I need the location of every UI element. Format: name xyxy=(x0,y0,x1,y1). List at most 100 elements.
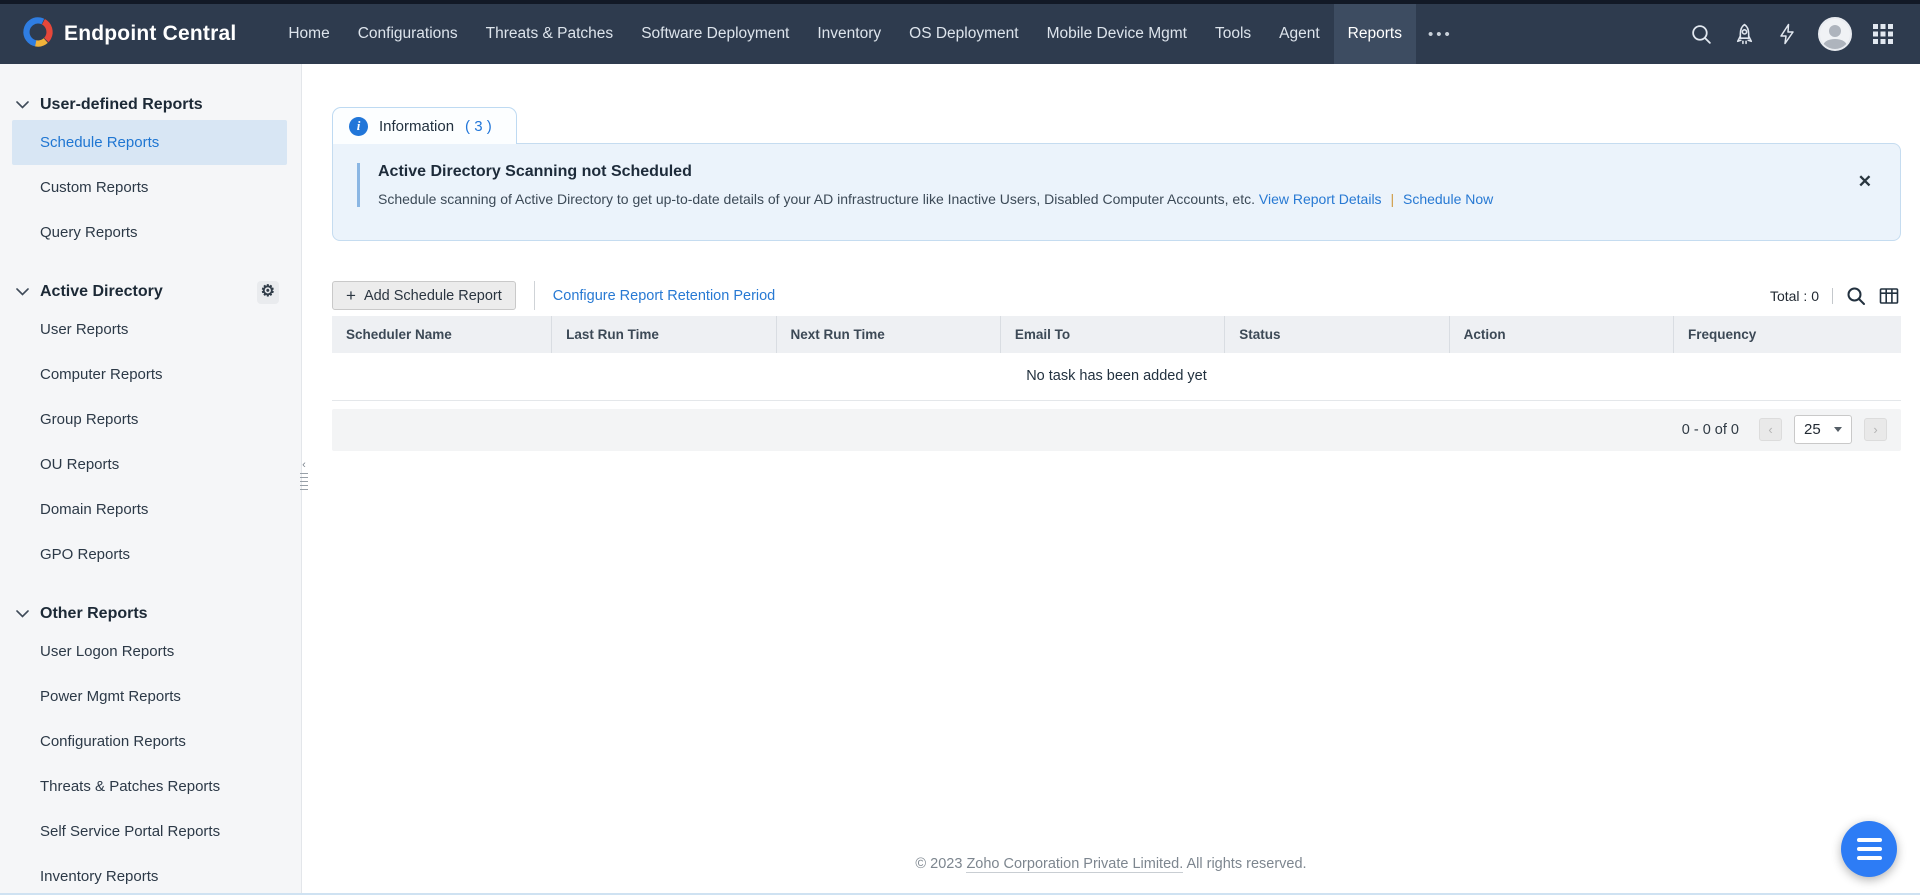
close-icon[interactable]: ✕ xyxy=(1858,172,1872,192)
alert-body: Active Directory Scanning not Scheduled … xyxy=(357,163,1830,207)
sidebar-item-user-reports[interactable]: User Reports xyxy=(0,307,301,352)
column-header-email-to[interactable]: Email To xyxy=(1000,316,1226,353)
search-icon[interactable] xyxy=(1690,23,1713,46)
nav-item-tools[interactable]: Tools xyxy=(1201,4,1265,64)
pagination-bar: 0 - 0 of 0 ‹ 25 › xyxy=(332,408,1901,451)
empty-state-message: No task has been added yet xyxy=(332,353,1901,401)
nav-item-reports[interactable]: Reports xyxy=(1333,4,1416,64)
nav-item-configurations[interactable]: Configurations xyxy=(344,4,472,64)
top-nav: Endpoint Central Home Configurations Thr… xyxy=(0,4,1920,64)
nav-more-button[interactable]: ••• xyxy=(1416,4,1465,64)
view-report-details-link[interactable]: View Report Details xyxy=(1259,191,1382,207)
sidebar-item-schedule-reports[interactable]: Schedule Reports xyxy=(12,120,287,165)
rocket-icon[interactable] xyxy=(1733,23,1756,46)
total-count-label: Total : 0 xyxy=(1769,287,1819,304)
user-avatar[interactable] xyxy=(1818,17,1852,51)
table-toolbar: + Add Schedule Report Configure Report R… xyxy=(332,281,1901,310)
nav-item-software-deployment[interactable]: Software Deployment xyxy=(627,4,803,64)
apps-grid-icon[interactable] xyxy=(1872,23,1894,45)
sidebar-header-user-defined-reports[interactable]: User-defined Reports xyxy=(0,90,301,120)
sidebar-item-configuration-reports[interactable]: Configuration Reports xyxy=(0,719,301,764)
configure-report-retention-link[interactable]: Configure Report Retention Period xyxy=(553,288,775,304)
copyright-label: © 2023 xyxy=(915,856,963,872)
collapse-chevron-icon: ‹ xyxy=(302,459,306,471)
sidebar-item-query-reports[interactable]: Query Reports xyxy=(0,210,301,255)
tab-information-count: ( 3 ) xyxy=(465,117,492,135)
tab-information[interactable]: i Information ( 3 ) xyxy=(332,107,517,144)
sidebar-header-other-reports[interactable]: Other Reports xyxy=(0,599,301,629)
chevron-down-icon xyxy=(16,96,29,114)
avatar-head xyxy=(1829,25,1841,37)
nav-item-agent[interactable]: Agent xyxy=(1265,4,1334,64)
quick-actions-fab[interactable] xyxy=(1841,821,1897,877)
pagination-range-label: 0 - 0 of 0 xyxy=(1681,421,1739,438)
column-header-status[interactable]: Status xyxy=(1224,316,1450,353)
column-header-scheduler-name[interactable]: Scheduler Name xyxy=(332,316,553,353)
previous-page-button[interactable]: ‹ xyxy=(1759,418,1782,441)
nav-item-os-deployment[interactable]: OS Deployment xyxy=(895,4,1032,64)
add-schedule-report-button[interactable]: + Add Schedule Report xyxy=(332,281,516,310)
sidebar-item-gpo-reports[interactable]: GPO Reports xyxy=(0,532,301,577)
sidebar-item-domain-reports[interactable]: Domain Reports xyxy=(0,487,301,532)
info-icon: i xyxy=(349,116,368,136)
sidebar-item-self-service-portal-reports[interactable]: Self Service Portal Reports xyxy=(0,809,301,854)
table-empty-row: No task has been added yet xyxy=(332,353,1901,401)
next-page-button[interactable]: › xyxy=(1864,418,1887,441)
column-header-action[interactable]: Action xyxy=(1449,316,1674,353)
zap-icon[interactable] xyxy=(1776,23,1798,45)
sidebar-item-power-mgmt-reports[interactable]: Power Mgmt Reports xyxy=(0,674,301,719)
plus-icon: + xyxy=(346,286,356,305)
sidebar-item-user-logon-reports[interactable]: User Logon Reports xyxy=(0,629,301,674)
table-header-row: Scheduler Name Last Run Time Next Run Ti… xyxy=(332,316,1901,353)
section-header-label: Other Reports xyxy=(40,605,148,622)
chevron-down-icon xyxy=(16,605,29,623)
schedule-now-link[interactable]: Schedule Now xyxy=(1403,191,1493,207)
zoho-company-link[interactable]: Zoho Corporation Private Limited. xyxy=(966,856,1184,873)
nav-right-icons xyxy=(1690,17,1920,51)
table-search-icon[interactable] xyxy=(1846,286,1866,306)
sidebar-resize-handle[interactable]: ‹ xyxy=(296,460,312,490)
brand[interactable]: Endpoint Central xyxy=(22,16,236,53)
toolbar-right: Total : 0 xyxy=(1770,286,1901,306)
sidebar-item-threats-patches-reports[interactable]: Threats & Patches Reports xyxy=(0,764,301,809)
avatar-shoulders xyxy=(1823,39,1847,49)
section-active-directory: Active Directory ⚙ User Reports Computer… xyxy=(0,277,301,577)
add-schedule-report-label: Add Schedule Report xyxy=(363,287,502,304)
rights-label: All rights reserved. xyxy=(1186,856,1307,872)
column-header-next-run-time[interactable]: Next Run Time xyxy=(776,316,1001,353)
page-size-select[interactable]: 25 xyxy=(1794,415,1852,444)
section-user-defined-reports: User-defined Reports Schedule Reports Cu… xyxy=(0,90,301,255)
schedule-reports-table: Scheduler Name Last Run Time Next Run Ti… xyxy=(332,316,1901,401)
information-alert: Active Directory Scanning not Scheduled … xyxy=(332,143,1901,241)
gear-icon[interactable]: ⚙ xyxy=(256,280,279,304)
sidebar-header-active-directory[interactable]: Active Directory ⚙ xyxy=(0,277,301,307)
column-header-last-run-time[interactable]: Last Run Time xyxy=(551,316,777,353)
sidebar-item-computer-reports[interactable]: Computer Reports xyxy=(0,352,301,397)
nav-item-inventory[interactable]: Inventory xyxy=(803,4,895,64)
nav-item-threats-patches[interactable]: Threats & Patches xyxy=(472,4,628,64)
alert-title: Active Directory Scanning not Scheduled xyxy=(378,163,692,180)
column-chooser-icon[interactable] xyxy=(1879,286,1899,306)
chevron-down-icon xyxy=(16,283,29,301)
column-header-frequency[interactable]: Frequency xyxy=(1673,316,1901,353)
footer: © 2023 Zoho Corporation Private Limited.… xyxy=(302,856,1920,873)
content-area: User-defined Reports Schedule Reports Cu… xyxy=(0,64,1920,895)
alert-description: Schedule scanning of Active Directory to… xyxy=(378,191,1830,207)
brand-title: Endpoint Central xyxy=(64,22,237,45)
link-separator: | xyxy=(1390,191,1395,207)
sidebar-item-ou-reports[interactable]: OU Reports xyxy=(0,442,301,487)
section-header-label: Active Directory xyxy=(40,283,163,300)
section-header-label: User-defined Reports xyxy=(40,96,203,113)
caret-down-icon xyxy=(1834,427,1842,432)
sidebar-item-inventory-reports[interactable]: Inventory Reports xyxy=(0,854,301,895)
nav-item-mobile-device-mgmt[interactable]: Mobile Device Mgmt xyxy=(1033,4,1201,64)
sidebar-item-custom-reports[interactable]: Custom Reports xyxy=(0,165,301,210)
toolbar-divider xyxy=(533,281,535,310)
sidebar-item-group-reports[interactable]: Group Reports xyxy=(0,397,301,442)
endpoint-central-logo-icon xyxy=(22,16,54,53)
nav-item-home[interactable]: Home xyxy=(274,4,343,64)
main-panel: i Information ( 3 ) Active Directory Sca… xyxy=(302,64,1920,895)
hamburger-icon xyxy=(1856,838,1882,842)
tab-information-label: Information xyxy=(379,117,455,135)
main-menu: Home Configurations Threats & Patches So… xyxy=(274,4,1464,64)
